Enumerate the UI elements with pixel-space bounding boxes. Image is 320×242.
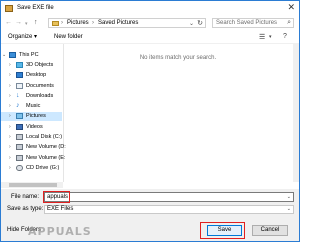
sidebar-item-local-disk-c[interactable]: › Local Disk (C:) [1,133,62,142]
title-bar: Save EXE file ✕ [1,1,299,16]
drive-icon [16,144,23,150]
sidebar-item-cd-drive-g[interactable]: › CD Drive (G:) [1,164,62,173]
file-name-dropdown-icon[interactable]: ⌄ [287,193,291,201]
view-dropdown-icon[interactable]: ▾ [269,34,272,40]
sidebar-item-label: CD Drive (G:) [26,165,60,171]
drive-icon [16,155,23,161]
cd-drive-icon [16,165,23,171]
save-type-select[interactable]: EXE Files ⌄ [44,205,294,214]
sidebar-item-label: 3D Objects [26,62,54,68]
drive-icon [16,134,23,140]
search-input[interactable]: Search Saved Pictures ⌕ [212,18,294,28]
sidebar-item-documents[interactable]: › Documents [1,82,62,91]
search-placeholder: Search Saved Pictures [216,20,278,26]
empty-message: No items match your search. [139,55,217,61]
search-icon: ⌕ [287,19,291,26]
sidebar-item-new-volume-d[interactable]: › New Volume (D: [1,143,66,152]
command-bar: Organize ▾ New folder ☰ ▾ ? [1,31,299,44]
pictures-icon [16,113,23,119]
expand-chevron-icon[interactable]: › [9,62,11,69]
file-name-highlight [43,191,70,203]
forward-arrow-icon[interactable]: → [15,19,22,27]
videos-icon [16,124,23,130]
breadcrumb-separator-icon[interactable]: › [92,20,94,27]
new-folder-button[interactable]: New folder [54,34,83,41]
breadcrumb-saved-pictures[interactable]: Saved Pictures [98,20,138,27]
breadcrumb-pictures[interactable]: Pictures [67,20,89,27]
recent-chevron-icon[interactable]: ▾ [25,20,28,28]
close-icon[interactable]: ✕ [287,3,295,12]
window-title: Save EXE file [17,5,54,11]
expand-chevron-icon[interactable]: › [9,134,11,141]
horizontal-scrollbar[interactable] [1,182,63,188]
expand-chevron-icon[interactable]: › [9,93,11,100]
save-button[interactable]: Save [207,225,242,236]
app-icon [5,5,13,12]
refresh-icon[interactable]: ↻ [197,19,203,27]
cancel-button[interactable]: Cancel [252,225,288,236]
sidebar-item-label: New Volume (E: [26,155,66,161]
sidebar-item-label: Pictures [26,113,46,119]
music-icon: ♪ [16,102,20,109]
view-options-icon[interactable]: ☰ [259,33,265,41]
sidebar-item-label: Music [26,103,41,109]
expand-chevron-icon[interactable]: › [9,165,11,172]
organize-menu[interactable]: Organize ▾ [8,34,37,41]
documents-icon [16,83,23,89]
sidebar-item-label: Downloads [26,93,54,99]
address-dropdown-icon[interactable]: ⌄ [189,20,194,27]
save-type-dropdown-icon[interactable]: ⌄ [287,206,291,213]
sidebar-item-videos[interactable]: › Videos [1,123,62,132]
expand-chevron-icon[interactable]: › [9,103,11,110]
save-type-value: EXE Files [47,206,74,212]
save-type-label: Save as type: [7,206,44,212]
sidebar-item-new-volume-e[interactable]: › New Volume (E: [1,154,66,163]
save-dialog: Save EXE file ✕ ← → ▾ ↑ › Pictures › Sav… [0,0,300,242]
expand-chevron-icon[interactable]: › [9,144,11,151]
sidebar-item-desktop[interactable]: › Desktop [1,71,62,80]
expand-chevron-icon[interactable]: › [9,83,11,90]
up-arrow-icon[interactable]: ↑ [34,19,38,27]
3d-objects-icon [16,62,23,68]
file-name-input[interactable]: appuals ⌄ [44,192,294,202]
sidebar-item-downloads[interactable]: › ↓ Downloads [1,92,62,101]
sidebar-item-pictures[interactable]: › Pictures [1,112,62,121]
back-arrow-icon[interactable]: ← [5,19,12,27]
vertical-scrollbar[interactable] [293,44,299,182]
downloads-icon: ↓ [16,92,20,99]
desktop-icon [16,72,23,78]
address-bar[interactable]: › Pictures › Saved Pictures ⌄ ↻ [48,18,206,28]
sidebar-item-music[interactable]: › ♪ Music [1,102,62,111]
collapse-chevron-icon[interactable]: ⌄ [2,52,6,59]
sidebar-item-label: Desktop [26,72,47,78]
appuals-watermark: APPUALS [28,225,92,238]
sidebar-item-label: New Volume (D: [26,144,66,150]
help-icon[interactable]: ? [283,33,287,40]
file-list[interactable]: No items match your search. [64,44,292,182]
expand-chevron-icon[interactable]: › [9,155,11,162]
sidebar-item-label: Videos [26,124,43,130]
sidebar-item-label: This PC [19,52,39,58]
expand-chevron-icon[interactable]: › [9,72,11,79]
computer-icon [9,52,16,58]
folder-icon [52,21,59,26]
address-row: ← → ▾ ↑ › Pictures › Saved Pictures ⌄ ↻ … [1,16,299,31]
breadcrumb-separator-icon[interactable]: › [61,20,63,27]
sidebar-item-3d-objects[interactable]: › 3D Objects [1,61,62,70]
scrollbar-thumb[interactable] [9,183,57,187]
sidebar-item-label: Documents [26,83,54,89]
sidebar-item-label: Local Disk (C:) [26,134,63,140]
sidebar-item-this-pc[interactable]: ⌄ This PC [1,51,62,60]
file-name-label: File name: [11,194,40,200]
navigation-pane: ⌄ This PC › 3D Objects › Desktop › Docum… [1,44,66,182]
expand-chevron-icon[interactable]: › [9,113,11,120]
expand-chevron-icon[interactable]: › [9,124,11,131]
